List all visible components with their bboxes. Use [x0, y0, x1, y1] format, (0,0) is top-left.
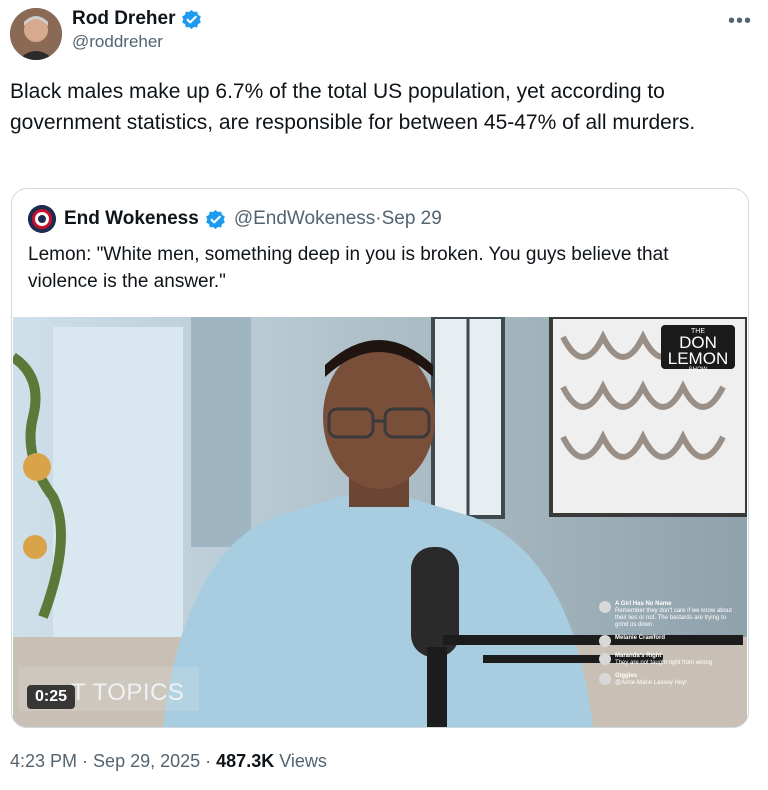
show-logo: THE DON LEMON SHOW: [661, 325, 735, 373]
chat-author: Melanie Crawford: [615, 635, 666, 641]
tweet-header: Rod Dreher @roddreher •••: [10, 8, 758, 64]
verified-badge-icon: [181, 9, 202, 30]
quoted-handle[interactable]: @EndWokeness: [234, 208, 375, 230]
more-options-button[interactable]: •••: [728, 10, 752, 33]
quoted-verified-badge-icon: [205, 209, 226, 230]
post-time[interactable]: 4:23 PM: [10, 751, 77, 771]
quoted-author-avatar[interactable]: [28, 205, 56, 233]
live-chat-overlay: A Girl Has No Name Remember they don't ca…: [599, 601, 739, 693]
quoted-display-name[interactable]: End Wokeness: [64, 208, 199, 230]
meta-separator: ·: [200, 751, 217, 771]
logo-bottom-text: SHOW: [688, 367, 708, 373]
author-avatar[interactable]: [10, 8, 62, 60]
chat-avatar: [599, 653, 611, 665]
tweet-text: Black males make up 6.7% of the total US…: [10, 80, 696, 134]
tweet-meta: 4:23 PM · Sep 29, 2025 · 487.3K Views: [10, 751, 327, 772]
quoted-tweet-header: End Wokeness @EndWokeness · Sep 29: [28, 205, 442, 233]
author-handle[interactable]: @roddreher: [72, 30, 202, 54]
chat-author: Giggles: [615, 673, 638, 679]
chat-avatar: [599, 673, 611, 685]
author-display-name[interactable]: Rod Dreher: [72, 8, 175, 30]
chat-avatar: [599, 601, 611, 613]
video-player[interactable]: THE DON LEMON SHOW A Girl Has No Name Rem…: [13, 317, 747, 727]
author-name-row[interactable]: Rod Dreher: [72, 8, 202, 30]
meta-separator: ·: [77, 751, 94, 771]
chat-message: Maranda's Right They are not taught right…: [599, 653, 739, 667]
chat-author: A Girl Has No Name: [615, 601, 672, 607]
views-label: Views: [274, 751, 327, 771]
chat-text: Remember they don't care if we know abou…: [615, 608, 732, 628]
post-date[interactable]: Sep 29, 2025: [93, 751, 200, 771]
views-count: 487.3K: [216, 751, 275, 771]
chat-avatar: [599, 635, 611, 647]
chat-message: Giggles @Anne-Marie Lassey Hey!: [599, 673, 739, 687]
chat-author: Maranda's Right: [615, 653, 662, 659]
chat-text: @Anne-Marie Lassey Hey!: [615, 680, 687, 686]
more-horizontal-icon: •••: [727, 10, 752, 32]
chat-message: A Girl Has No Name Remember they don't ca…: [599, 601, 739, 629]
quoted-tweet-text: Lemon: "White men, something deep in you…: [28, 244, 669, 292]
quoted-tweet[interactable]: End Wokeness @EndWokeness · Sep 29 Lemon…: [11, 188, 749, 728]
chat-message: Melanie Crawford: [599, 635, 739, 647]
video-overlay-text: T TOPICS: [71, 679, 185, 706]
logo-line2: LEMON: [667, 349, 729, 368]
quoted-date[interactable]: Sep 29: [382, 208, 442, 230]
video-duration-badge: 0:25: [27, 685, 76, 709]
chat-text: They are not taught right from wrong: [615, 660, 713, 666]
